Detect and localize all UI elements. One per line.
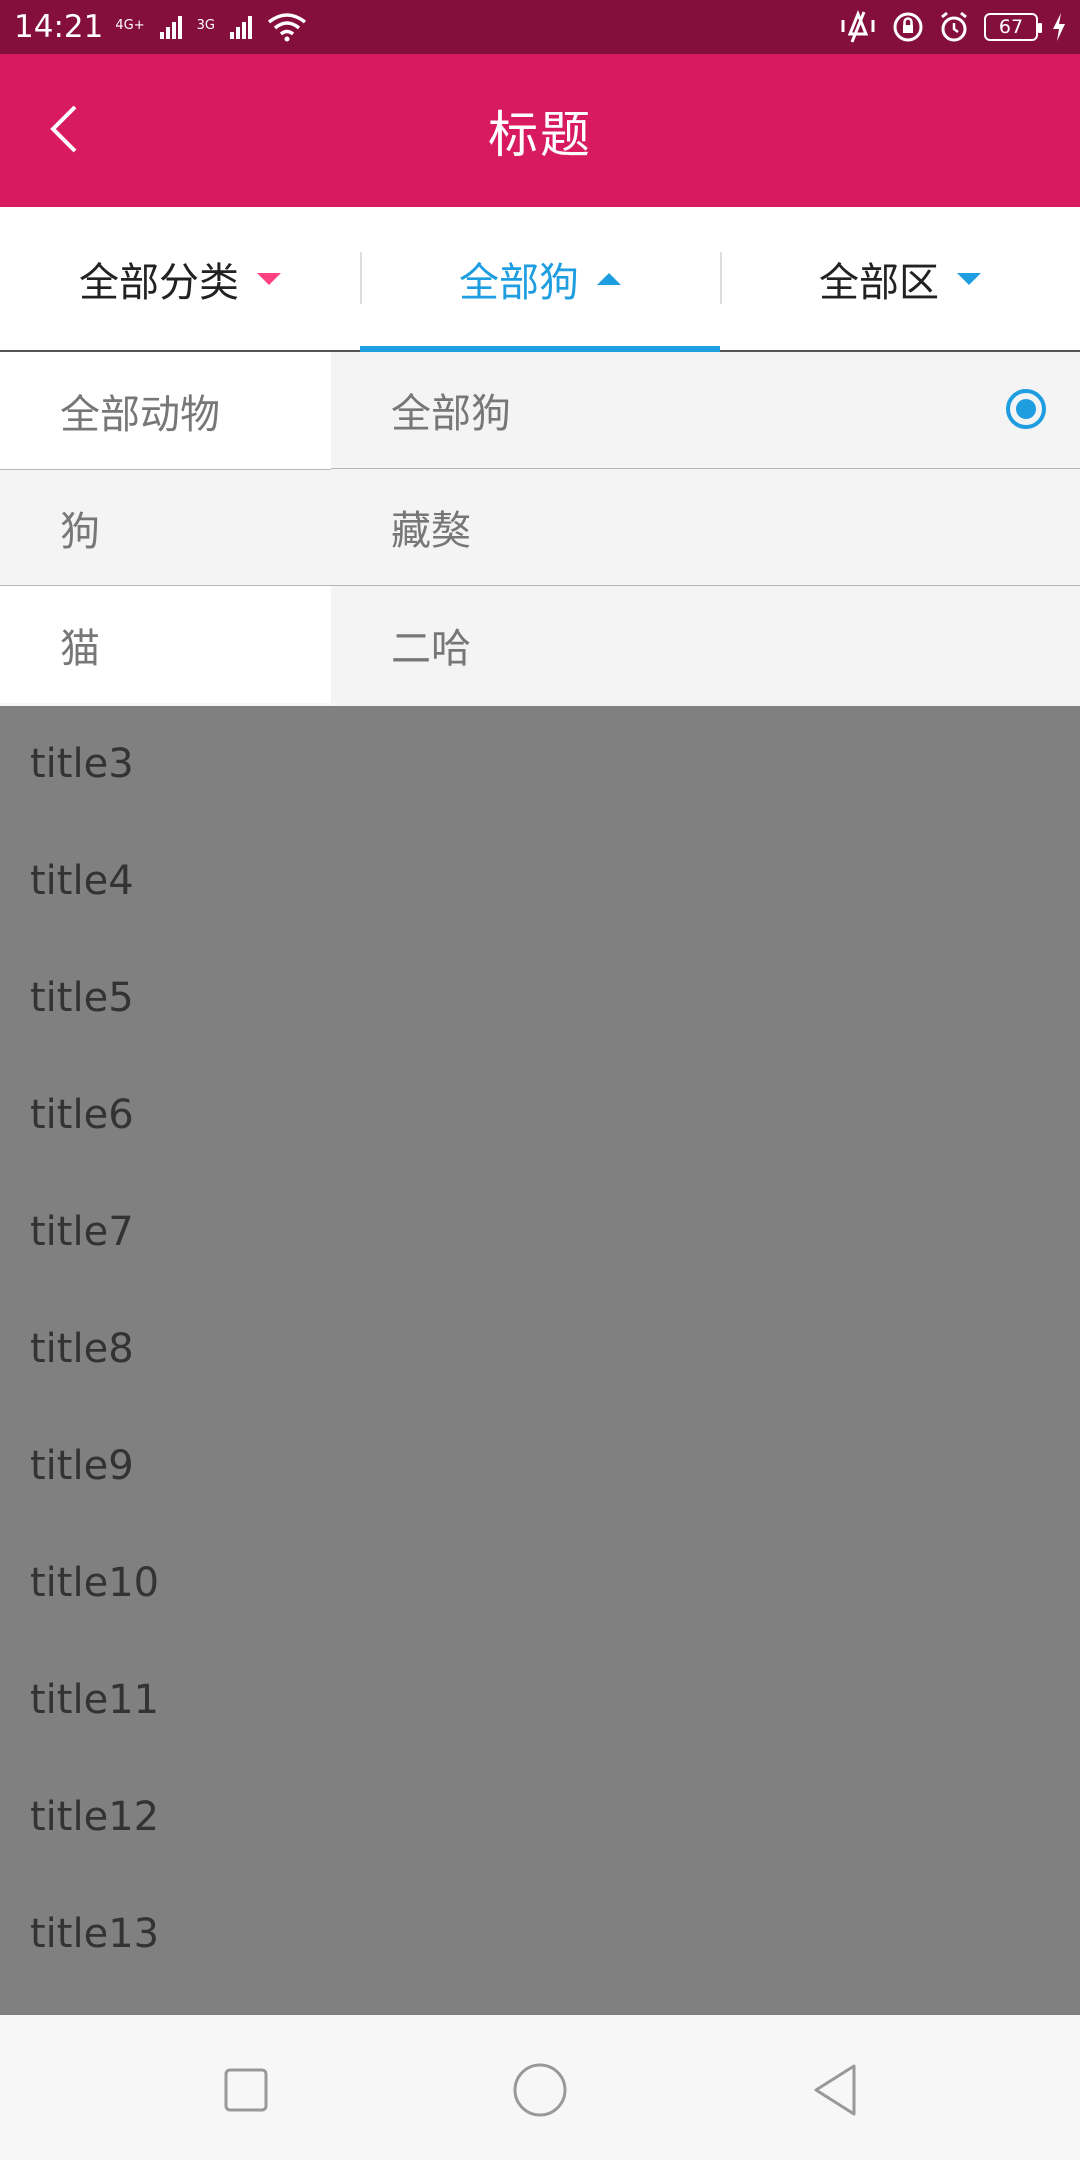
app-bar: 标题 (0, 54, 1080, 207)
list-item-label: title10 (30, 1559, 160, 1606)
battery-icon: 67 (984, 13, 1042, 41)
status-bar: 14:21 4G+ 3G 67 (0, 0, 1080, 54)
list-item-label: title5 (30, 974, 134, 1021)
status-right: 67 (838, 10, 1066, 44)
list-item[interactable]: title12 (0, 1758, 1080, 1875)
list-item[interactable]: title3 (0, 706, 1080, 822)
list-item[interactable]: title9 (0, 1407, 1080, 1524)
square-icon (224, 2068, 268, 2112)
list-item[interactable]: title11 (0, 1641, 1080, 1758)
status-left: 14:21 4G+ 3G (14, 9, 307, 45)
list-item[interactable]: title6 (0, 1056, 1080, 1173)
back-nav-button[interactable] (800, 2055, 870, 2125)
list-item[interactable]: title5 (0, 939, 1080, 1056)
status-time: 14:21 (14, 9, 104, 45)
list-item-label: title13 (30, 1910, 160, 1957)
battery-level: 67 (998, 16, 1024, 38)
list-item-label: title4 (30, 857, 134, 904)
tab-label: 全部分类 (79, 259, 239, 306)
category-label: 全部动物 (60, 391, 220, 438)
list-item[interactable]: title8 (0, 1290, 1080, 1407)
caret-down-icon (257, 272, 281, 285)
tab-label: 全部区 (819, 259, 939, 306)
tab-label: 全部狗 (459, 259, 579, 306)
caret-down-icon (957, 272, 981, 285)
subcategory-item-all-dogs[interactable]: 全部狗 (331, 352, 1080, 469)
network-type-label: 4G+ (115, 18, 145, 33)
circle-icon (513, 2063, 567, 2117)
list-item-label: title8 (30, 1325, 134, 1372)
category-item-dog[interactable]: 狗 (0, 469, 331, 586)
list-item-label: title9 (30, 1442, 134, 1489)
charging-icon (1053, 13, 1065, 41)
network-type-label-2: 3G (196, 18, 215, 33)
vibrate-icon (841, 10, 875, 43)
subcategory-label: 二哈 (391, 625, 471, 672)
list-item[interactable]: title10 (0, 1524, 1080, 1641)
recents-button[interactable] (211, 2055, 281, 2125)
list-item-label: title7 (30, 1208, 134, 1255)
list-item-label: title12 (30, 1793, 160, 1840)
wifi-icon (267, 13, 307, 42)
triangle-back-icon (814, 2064, 856, 2116)
subcategory-label: 藏獒 (391, 508, 471, 554)
category-item-all-animals[interactable]: 全部动物 (0, 352, 331, 469)
signal-icon-2 (229, 16, 252, 39)
filter-bar: 全部分类 全部狗 全部区 (0, 207, 1080, 352)
list-item[interactable]: title13 (0, 1875, 1080, 1992)
list-item[interactable]: title7 (0, 1173, 1080, 1290)
subcategory-item-husky[interactable]: 二哈 (331, 586, 1080, 703)
subcategory-label: 全部狗 (391, 391, 511, 437)
list-item-label: title6 (30, 1091, 134, 1138)
signal-icon (159, 16, 182, 39)
subcategory-list: 全部狗 藏獒 二哈 (331, 352, 1080, 706)
caret-up-icon (597, 272, 621, 285)
category-label: 猫 (60, 625, 100, 672)
navigation-bar (0, 2015, 1080, 2160)
rotation-lock-icon (893, 12, 923, 42)
filter-dropdown: 全部动物 狗 猫 全部狗 藏獒 二哈 (0, 352, 1080, 706)
page-title: 标题 (488, 105, 592, 164)
radio-selected-icon (1006, 389, 1046, 429)
category-item-cat[interactable]: 猫 (0, 586, 331, 703)
dim-overlay[interactable]: title3 title4 title5 title6 title7 title… (0, 706, 1080, 2015)
tab-all-dogs[interactable]: 全部狗 (360, 207, 720, 352)
tab-all-categories[interactable]: 全部分类 (0, 207, 360, 350)
list-item[interactable]: title4 (0, 822, 1080, 939)
alarm-icon (941, 11, 967, 42)
subcategory-item-tibetan-mastiff[interactable]: 藏獒 (331, 469, 1080, 586)
tab-all-districts[interactable]: 全部区 (720, 207, 1080, 350)
category-list: 全部动物 狗 猫 (0, 352, 331, 703)
category-label: 狗 (60, 508, 100, 555)
home-button[interactable] (505, 2055, 575, 2125)
list-item-label: title3 (30, 741, 134, 787)
list-item-label: title11 (30, 1676, 160, 1723)
